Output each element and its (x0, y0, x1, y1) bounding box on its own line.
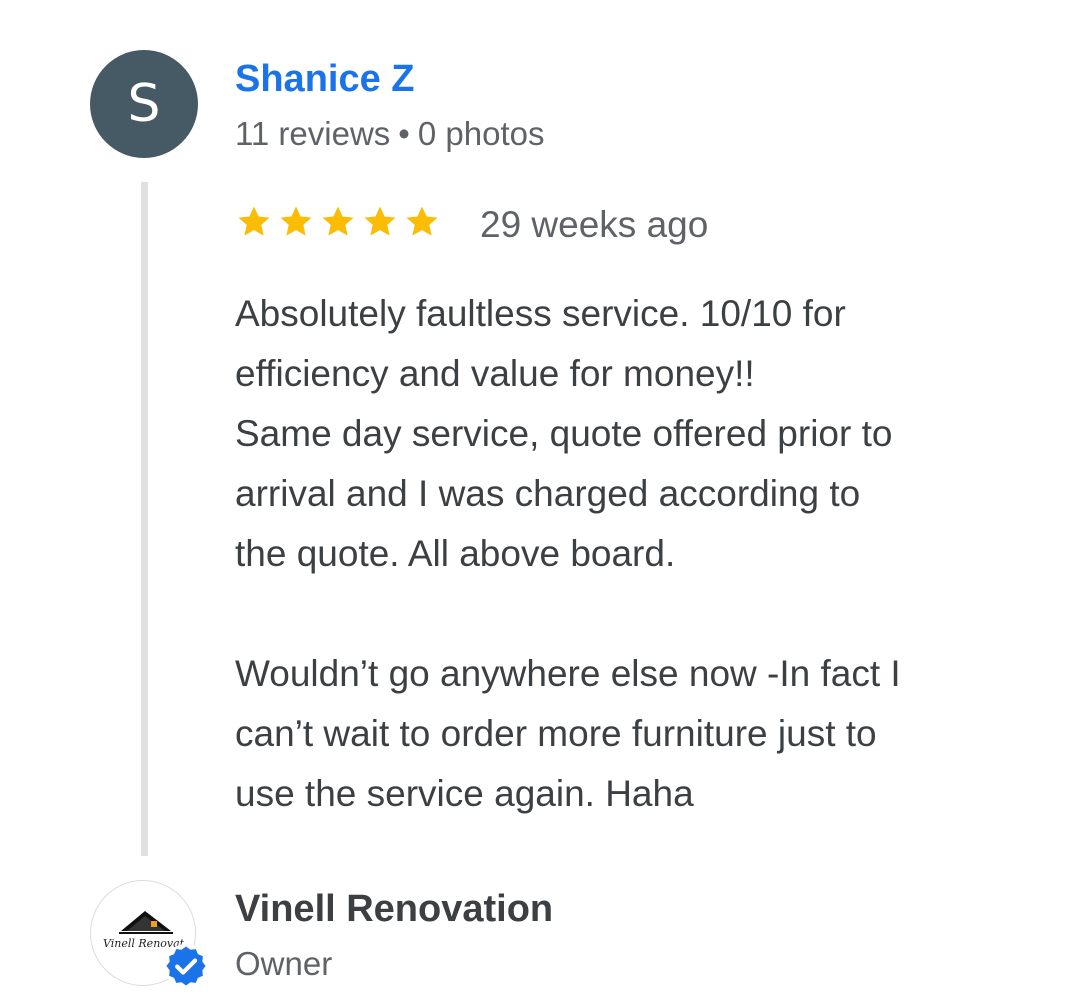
photo-count: 0 photos (417, 115, 545, 152)
review-text-line: Absolutely faultless service. 10/10 for (235, 293, 846, 334)
reviewer-name[interactable]: Shanice Z (235, 57, 415, 101)
reviewer-initial: S (127, 74, 161, 134)
star-icon (364, 206, 396, 236)
verified-check-icon (163, 943, 209, 989)
star-icon (280, 206, 312, 236)
star-icon (322, 206, 354, 236)
owner-role: Owner (235, 945, 333, 982)
review-text-line: efficiency and value for money!! (235, 353, 755, 394)
review-date: 29 weeks ago (480, 204, 709, 245)
meta-separator: • (398, 115, 410, 152)
review-text: Absolutely faultless service. 10/10 for … (235, 284, 1035, 824)
review-text-line: arrival and I was charged according to (235, 473, 861, 514)
house-roof-icon (119, 911, 173, 934)
owner-name[interactable]: Vinell Renovation (235, 887, 553, 931)
star-rating (235, 203, 441, 241)
star-icon (238, 206, 270, 236)
review-count: 11 reviews (235, 115, 391, 152)
review-text-line: the quote. All above board. (235, 533, 676, 574)
thread-line (141, 182, 148, 856)
review-text-line: Same day service, quote offered prior to (235, 413, 893, 454)
reviewer-meta: 11 reviews • 0 photos (235, 114, 544, 154)
star-icon (406, 206, 438, 236)
review-text-line: use the service again. Haha (235, 773, 694, 814)
review-text-line: can’t wait to order more furniture just … (235, 713, 877, 754)
review-text-line: Wouldn’t go anywhere else now -In fact I (235, 653, 901, 694)
review-text-line (235, 584, 1035, 644)
owner-avatar[interactable]: Vinell Renovat (90, 880, 209, 989)
reviewer-avatar[interactable]: S (90, 50, 198, 158)
